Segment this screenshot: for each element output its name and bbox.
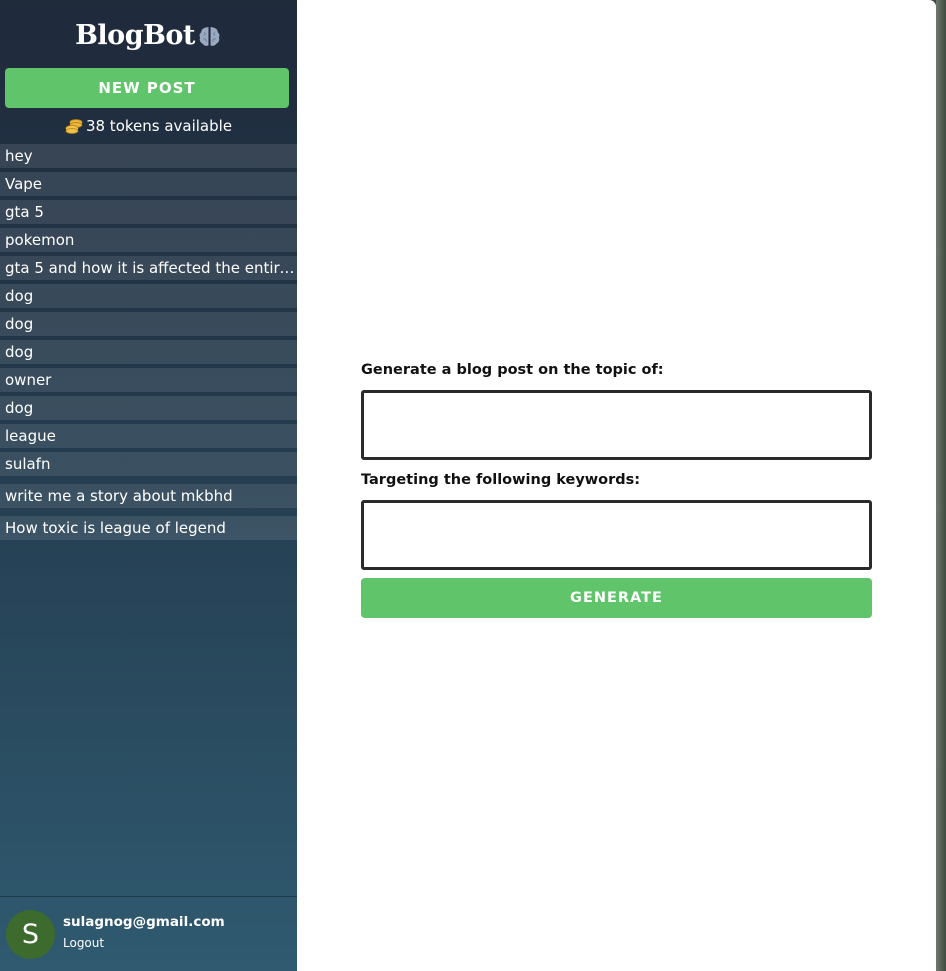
post-item[interactable]: gta 5 <box>0 200 297 224</box>
post-item[interactable]: dog <box>0 312 297 336</box>
post-item[interactable]: dog <box>0 340 297 364</box>
window-edge <box>936 0 946 971</box>
post-item[interactable]: write me a story about mkbhd <box>0 484 297 508</box>
post-list: hey Vape gta 5 pokemon gta 5 and how it … <box>0 144 297 544</box>
keywords-input[interactable] <box>361 500 872 570</box>
logout-link[interactable]: Logout <box>63 936 225 950</box>
brain-icon <box>197 24 222 49</box>
keywords-label: Targeting the following keywords: <box>361 472 641 488</box>
main-panel: Generate a blog post on the topic of: Ta… <box>297 0 936 971</box>
user-panel: S sulagnog@gmail.com Logout <box>0 896 297 971</box>
avatar: S <box>6 909 55 959</box>
logo[interactable]: BlogBot <box>0 0 297 68</box>
new-post-button[interactable]: NEW POST <box>5 68 289 108</box>
post-item[interactable]: sulafn <box>0 452 297 476</box>
user-email: sulagnog@gmail.com <box>63 914 225 930</box>
topic-label: Generate a blog post on the topic of: <box>361 362 664 378</box>
post-item[interactable]: owner <box>0 368 297 392</box>
coins-icon <box>65 118 83 134</box>
post-item[interactable]: dog <box>0 396 297 420</box>
generate-button[interactable]: GENERATE <box>361 578 872 618</box>
post-item[interactable]: dog <box>0 284 297 308</box>
post-item[interactable]: How toxic is league of legend <box>0 516 297 540</box>
logo-text: BlogBot <box>75 19 195 51</box>
tokens-indicator: 38 tokens available <box>0 108 297 144</box>
post-item[interactable]: league <box>0 424 297 448</box>
post-item[interactable]: Vape <box>0 172 297 196</box>
post-item[interactable]: hey <box>0 144 297 168</box>
post-item[interactable]: gta 5 and how it is affected the entire … <box>0 256 297 280</box>
topic-input[interactable] <box>361 390 872 460</box>
tokens-text: 38 tokens available <box>85 117 233 135</box>
generate-form: Generate a blog post on the topic of: Ta… <box>361 360 872 618</box>
post-item[interactable]: pokemon <box>0 228 297 252</box>
user-info: sulagnog@gmail.com Logout <box>63 914 225 950</box>
sidebar: BlogBot NEW POST 38 tokens available hey… <box>0 0 297 971</box>
